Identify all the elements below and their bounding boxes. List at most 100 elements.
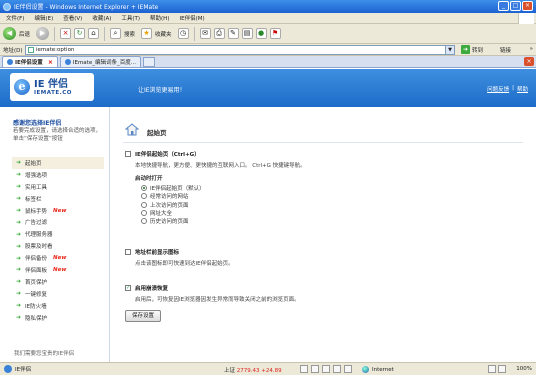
startup-option-frequent[interactable]: 经常访问的网站 <box>141 192 505 200</box>
menu-tools[interactable]: 工具(T) <box>121 14 140 22</box>
stop-icon[interactable]: × <box>60 28 72 39</box>
radio-button[interactable] <box>141 193 147 200</box>
sidebar-item-label[interactable]: 股票及时看 <box>25 242 53 250</box>
sidebar-item-one-click-repair[interactable]: ➜ 一键修复 <box>12 288 104 300</box>
minimize-button[interactable]: _ <box>498 1 509 11</box>
tool-icon[interactable] <box>322 365 330 373</box>
go-button[interactable]: ➜ 转到 <box>461 45 483 54</box>
startup-option-iemate[interactable]: IE伴侣起始页（默认） <box>141 184 505 192</box>
close-button[interactable]: × <box>522 1 533 11</box>
sidebar-item-label[interactable]: 广告过滤 <box>25 218 47 226</box>
sidebar-item-label[interactable]: 伴侣面板 <box>25 266 47 274</box>
radio-button[interactable] <box>141 201 147 208</box>
sidebar-item-start-page[interactable]: ➜ 起始页 <box>12 157 104 169</box>
sidebar-item-label[interactable]: IE防火墙 <box>25 302 47 310</box>
tab-label[interactable]: IE伴侣设置 <box>15 58 43 66</box>
menu-help[interactable]: 帮助(H) <box>150 14 169 22</box>
new-tab-button[interactable] <box>142 57 155 67</box>
radio-label[interactable]: IE伴侣起始页（默认） <box>150 184 205 192</box>
startup-option-last-session[interactable]: 上次访问的页面 <box>141 201 505 209</box>
menu-favorites[interactable]: 收藏(A) <box>92 14 111 22</box>
menu-edit[interactable]: 编辑(E) <box>34 14 53 22</box>
back-arrow-icon[interactable]: ◀ <box>3 27 16 40</box>
start-page-option-label[interactable]: IE伴侣起始页（Ctrl+G） <box>135 150 200 158</box>
sidebar-item-utilities[interactable]: ➜ 实用工具 <box>12 181 104 193</box>
sidebar-item-backup[interactable]: ➜ 伴侣备份 New <box>12 252 104 264</box>
search-label[interactable]: 搜索 <box>124 30 135 38</box>
shield-icon[interactable] <box>498 365 506 373</box>
address-value[interactable]: iemate:option <box>36 47 74 53</box>
address-icon-checkbox[interactable] <box>125 249 131 255</box>
radio-button[interactable] <box>141 218 147 225</box>
tab-label[interactable]: IEmate_编辑词条_百度... <box>73 58 136 66</box>
startup-option-history[interactable]: 历史访问的页面 <box>141 217 505 225</box>
tab-close-icon[interactable]: × <box>48 59 53 66</box>
startup-option-directory[interactable]: 网址大全 <box>141 209 505 217</box>
sidebar-item-firewall[interactable]: ➜ IE防火墙 <box>12 300 104 312</box>
sidebar-item-label[interactable]: 隐私保护 <box>25 314 47 322</box>
zoom-level[interactable]: 100% <box>516 366 532 372</box>
maximize-button[interactable]: □ <box>510 1 521 11</box>
menu-view[interactable]: 查看(V) <box>63 14 82 22</box>
discuss-icon[interactable]: ▤ <box>241 28 253 39</box>
sidebar-item-panel[interactable]: ➜ 伴侣面板 New <box>12 264 104 276</box>
tool-icon[interactable] <box>333 365 341 373</box>
sidebar-item-label[interactable]: 起始页 <box>25 159 42 167</box>
radio-label[interactable]: 网址大全 <box>150 209 172 217</box>
radio-button[interactable] <box>141 210 147 217</box>
sidebar-item-tab-bar[interactable]: ➜ 标签栏 <box>12 193 104 205</box>
sidebar-item-label[interactable]: 一键修复 <box>25 290 47 298</box>
sidebar-item-label[interactable]: 代理服务器 <box>25 230 53 238</box>
feedback-link[interactable]: 问题反馈 <box>487 85 509 93</box>
tool-icon[interactable] <box>311 365 319 373</box>
sidebar-item-homepage-protect[interactable]: ➜ 首页保护 <box>12 276 104 288</box>
stock-ticker[interactable]: 上证 2779.43 +24.89 <box>224 366 282 374</box>
tab-baidu[interactable]: IEmate_编辑词条_百度... <box>59 56 141 67</box>
address-dropdown-icon[interactable]: ▼ <box>445 46 454 54</box>
sidebar-item-stocks[interactable]: ➜ 股票及时看 <box>12 240 104 252</box>
address-icon-option-label[interactable]: 地址栏前显示图标 <box>135 248 179 256</box>
favorites-label[interactable]: 收藏夹 <box>155 30 172 38</box>
sidebar-item-label[interactable]: 伴侣备份 <box>25 254 47 262</box>
tab-iemate-settings[interactable]: IE伴侣设置 × <box>2 56 58 67</box>
radio-label[interactable]: 经常访问的网站 <box>150 192 189 200</box>
save-settings-button[interactable]: 保存设置 <box>125 310 161 322</box>
sidebar-item-label[interactable]: 首页保护 <box>25 278 47 286</box>
tool-icon[interactable] <box>344 365 352 373</box>
links-label[interactable]: 链接 <box>500 46 511 54</box>
mail-icon[interactable]: ✉ <box>199 28 211 39</box>
menu-file[interactable]: 文件(F) <box>6 14 24 22</box>
menu-iemate[interactable]: IE伴侣(M) <box>179 14 204 22</box>
sidebar-item-label[interactable]: 增强选项 <box>25 171 47 179</box>
home-icon[interactable]: ⌂ <box>88 28 100 39</box>
help-link[interactable]: 帮助 <box>517 85 528 93</box>
sidebar-item-label[interactable]: 标签栏 <box>25 195 42 203</box>
crash-recovery-checkbox[interactable]: ✓ <box>125 285 131 291</box>
forward-arrow-icon[interactable]: ▶ <box>36 27 50 40</box>
go-label[interactable]: 转到 <box>472 46 483 54</box>
messenger-icon[interactable]: ● <box>255 28 267 39</box>
search-icon[interactable]: ⌕ <box>110 28 122 39</box>
refresh-icon[interactable]: ↻ <box>74 28 86 39</box>
crash-recovery-option-label[interactable]: 启用崩溃恢复 <box>135 284 168 292</box>
favorites-star-icon[interactable]: ★ <box>141 28 153 39</box>
flag-icon[interactable]: ⚑ <box>269 28 281 39</box>
start-page-checkbox[interactable] <box>125 151 131 157</box>
radio-label[interactable]: 历史访问的页面 <box>150 217 189 225</box>
edit-icon[interactable]: ✎ <box>227 28 239 39</box>
go-arrow-icon[interactable]: ➜ <box>461 45 470 54</box>
print-icon[interactable]: ⎙ <box>213 28 225 39</box>
back-label[interactable]: 后退 <box>19 30 30 38</box>
sidebar-item-proxy[interactable]: ➜ 代理服务器 <box>12 228 104 240</box>
history-icon[interactable]: ◷ <box>177 28 189 39</box>
radio-label[interactable]: 上次访问的页面 <box>150 201 189 209</box>
tool-icon[interactable] <box>300 365 308 373</box>
links-chevron-icon[interactable]: » <box>530 46 533 52</box>
sidebar-item-label[interactable]: 鼠标手势 <box>25 207 47 215</box>
lock-icon[interactable] <box>488 365 496 373</box>
sidebar-item-mouse-gestures[interactable]: ➜ 鼠标手势 New <box>12 205 104 217</box>
sidebar-item-enhanced-options[interactable]: ➜ 增强选项 <box>12 169 104 181</box>
radio-button[interactable] <box>141 185 147 192</box>
close-tab-icon[interactable]: × <box>524 57 534 66</box>
sidebar-item-ad-filter[interactable]: ➜ 广告过滤 <box>12 216 104 228</box>
